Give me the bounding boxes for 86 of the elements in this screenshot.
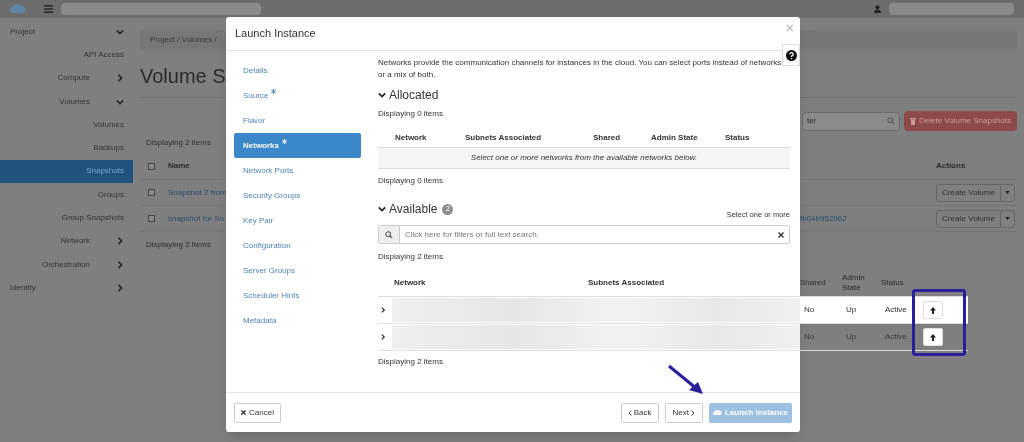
annotation-box: [912, 289, 966, 356]
next-button[interactable]: Next: [664, 402, 703, 423]
sidebar-item[interactable]: Backups: [0, 136, 133, 160]
sidebar-item[interactable]: Volumes: [0, 113, 133, 137]
wizard-step[interactable]: Configuration: [234, 233, 361, 258]
column-header: Shared: [800, 277, 827, 288]
column-header: Subnets Associated: [587, 276, 666, 289]
checkbox[interactable]: [148, 189, 155, 196]
table-cell-text: Up: [845, 304, 858, 316]
search-icon: [887, 117, 895, 125]
section-heading: Available: [389, 201, 438, 218]
wizard-step[interactable]: Key Pair: [234, 208, 361, 233]
table-cell-text: fb04b952962: [800, 212, 848, 225]
sidebar-item[interactable]: Orchestration: [0, 252, 133, 277]
cloud-logo-icon: [10, 4, 26, 14]
chevron-left-icon: [627, 409, 632, 416]
item-count: Displaying 2 items: [378, 251, 444, 263]
search-field[interactable]: Click here for filters or full text search.: [378, 225, 790, 244]
caret-icon: [1004, 191, 1010, 194]
filter-field[interactable]: ter: [802, 111, 900, 131]
empty-message: Select one or more networks from the available networks below.: [470, 152, 698, 164]
wizard-step[interactable]: Security Groups: [234, 183, 361, 208]
item-count: Displaying 0 items: [378, 175, 444, 187]
column-header: Admin State: [651, 132, 699, 144]
help-icon: [785, 49, 797, 61]
column-header: Network: [393, 276, 427, 289]
snapshot-link[interactable]: Snapshot 2 from: [168, 186, 228, 199]
table-cell-text: Active: [884, 304, 908, 316]
search-icon: [385, 230, 393, 239]
back-button[interactable]: Back: [620, 402, 659, 423]
item-count: Displaying 0 items: [378, 108, 444, 120]
table-cell-text: Active: [884, 331, 908, 343]
up-arrow-icon: [930, 306, 936, 314]
wizard-step[interactable]: Network Ports: [234, 158, 361, 183]
annotation-arrow: [667, 364, 705, 396]
sidebar-item[interactable]: Volumes: [0, 89, 133, 114]
section-heading: Allocated: [389, 87, 439, 104]
create-volume-button[interactable]: Create Volume: [936, 209, 1001, 228]
sidebar-item[interactable]: Project: [0, 20, 133, 44]
allocate-button[interactable]: [923, 301, 943, 319]
column-header: Network: [395, 132, 428, 144]
table-cell-text: No: [803, 331, 816, 343]
sidebar-item[interactable]: Group Snapshots: [0, 206, 133, 230]
snapshot-link[interactable]: snapshot for Sn: [168, 212, 228, 225]
close-icon: [241, 410, 246, 415]
wizard-step[interactable]: Scheduler Hints: [234, 283, 361, 308]
cancel-button[interactable]: Cancel: [234, 402, 281, 423]
caret-icon: [1004, 217, 1010, 220]
page-title: Volume S: [140, 65, 226, 87]
sidebar-item[interactable]: Snapshots: [0, 159, 133, 184]
sidebar-item[interactable]: Groups: [0, 183, 133, 207]
wizard-step[interactable]: Source: [234, 83, 361, 108]
allocate-button[interactable]: [923, 328, 943, 346]
sidebar-item[interactable]: Network: [0, 229, 133, 253]
help-button[interactable]: [782, 44, 800, 66]
description-text: Networks provide the communication channels for instances in the cloud. You can select ports instead of networks or a mix of both.: [378, 57, 783, 81]
column-header: Status: [725, 132, 751, 144]
delete-button[interactable]: Delete Volume Snapshots: [904, 111, 1017, 131]
wizard-step[interactable]: Details: [234, 58, 361, 83]
column-header: Shared: [593, 132, 622, 144]
checkbox[interactable]: [148, 215, 155, 222]
checkbox[interactable]: [148, 162, 155, 170]
wizard-step[interactable]: Server Groups: [234, 258, 361, 283]
chevron-right-icon: [691, 409, 695, 416]
sidebar-item[interactable]: Identity: [0, 276, 133, 300]
sidebar-item[interactable]: Compute: [0, 66, 133, 90]
cloud-upload-icon: [712, 409, 722, 416]
column-header: Status: [881, 277, 905, 288]
table-cell-text: No: [803, 304, 816, 316]
item-count: Displaying 2 items: [378, 356, 444, 368]
menu-icon: [44, 5, 53, 13]
column-header: Subnets Associated: [465, 132, 543, 144]
item-count: Displaying 2 items: [146, 239, 211, 251]
item-count: Displaying 2 items: [146, 137, 211, 149]
wizard-step[interactable]: Metadata: [234, 308, 361, 333]
column-header: Actions: [936, 160, 967, 172]
clear-icon: [778, 231, 784, 238]
create-volume-button[interactable]: Create Volume: [936, 183, 1001, 202]
column-header: Name: [168, 160, 191, 172]
wizard-step[interactable]: Flavor: [234, 108, 361, 133]
sidebar-item[interactable]: API Access: [0, 43, 133, 67]
wizard-step[interactable]: Networks: [234, 133, 361, 158]
user-icon: [874, 5, 881, 13]
up-arrow-icon: [930, 333, 936, 341]
column-header: Admin State: [842, 272, 866, 293]
trash-icon: [909, 117, 916, 125]
